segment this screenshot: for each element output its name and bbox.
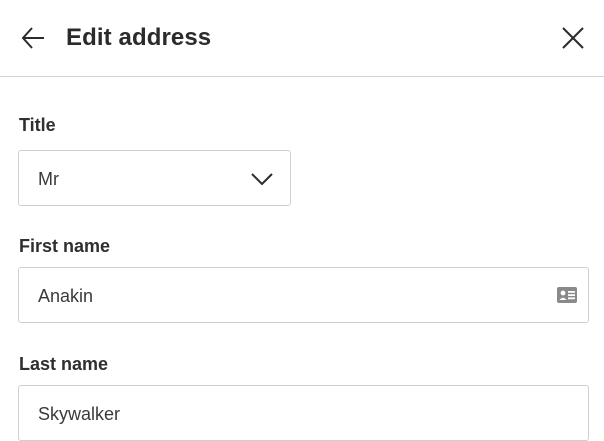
last-name-field[interactable]: Skywalker	[18, 385, 589, 441]
last-name-label: Last name	[19, 354, 109, 374]
first-name-field[interactable]: Anakin	[18, 267, 589, 323]
title-select-value: Mr	[38, 169, 59, 189]
last-name-value: Skywalker	[38, 404, 121, 424]
contact-card-icon[interactable]	[556, 285, 578, 305]
back-button[interactable]	[14, 19, 52, 57]
page-title: Edit address	[66, 24, 212, 51]
chevron-down-icon	[251, 173, 273, 186]
arrow-left-icon	[21, 27, 44, 49]
first-name-value: Anakin	[38, 286, 94, 306]
header-bar: Edit address	[0, 0, 604, 77]
title-select[interactable]: Mr	[18, 150, 291, 206]
close-icon	[562, 27, 584, 49]
close-button[interactable]	[554, 19, 592, 57]
title-field-label: Title	[19, 115, 56, 135]
first-name-label: First name	[19, 236, 111, 256]
